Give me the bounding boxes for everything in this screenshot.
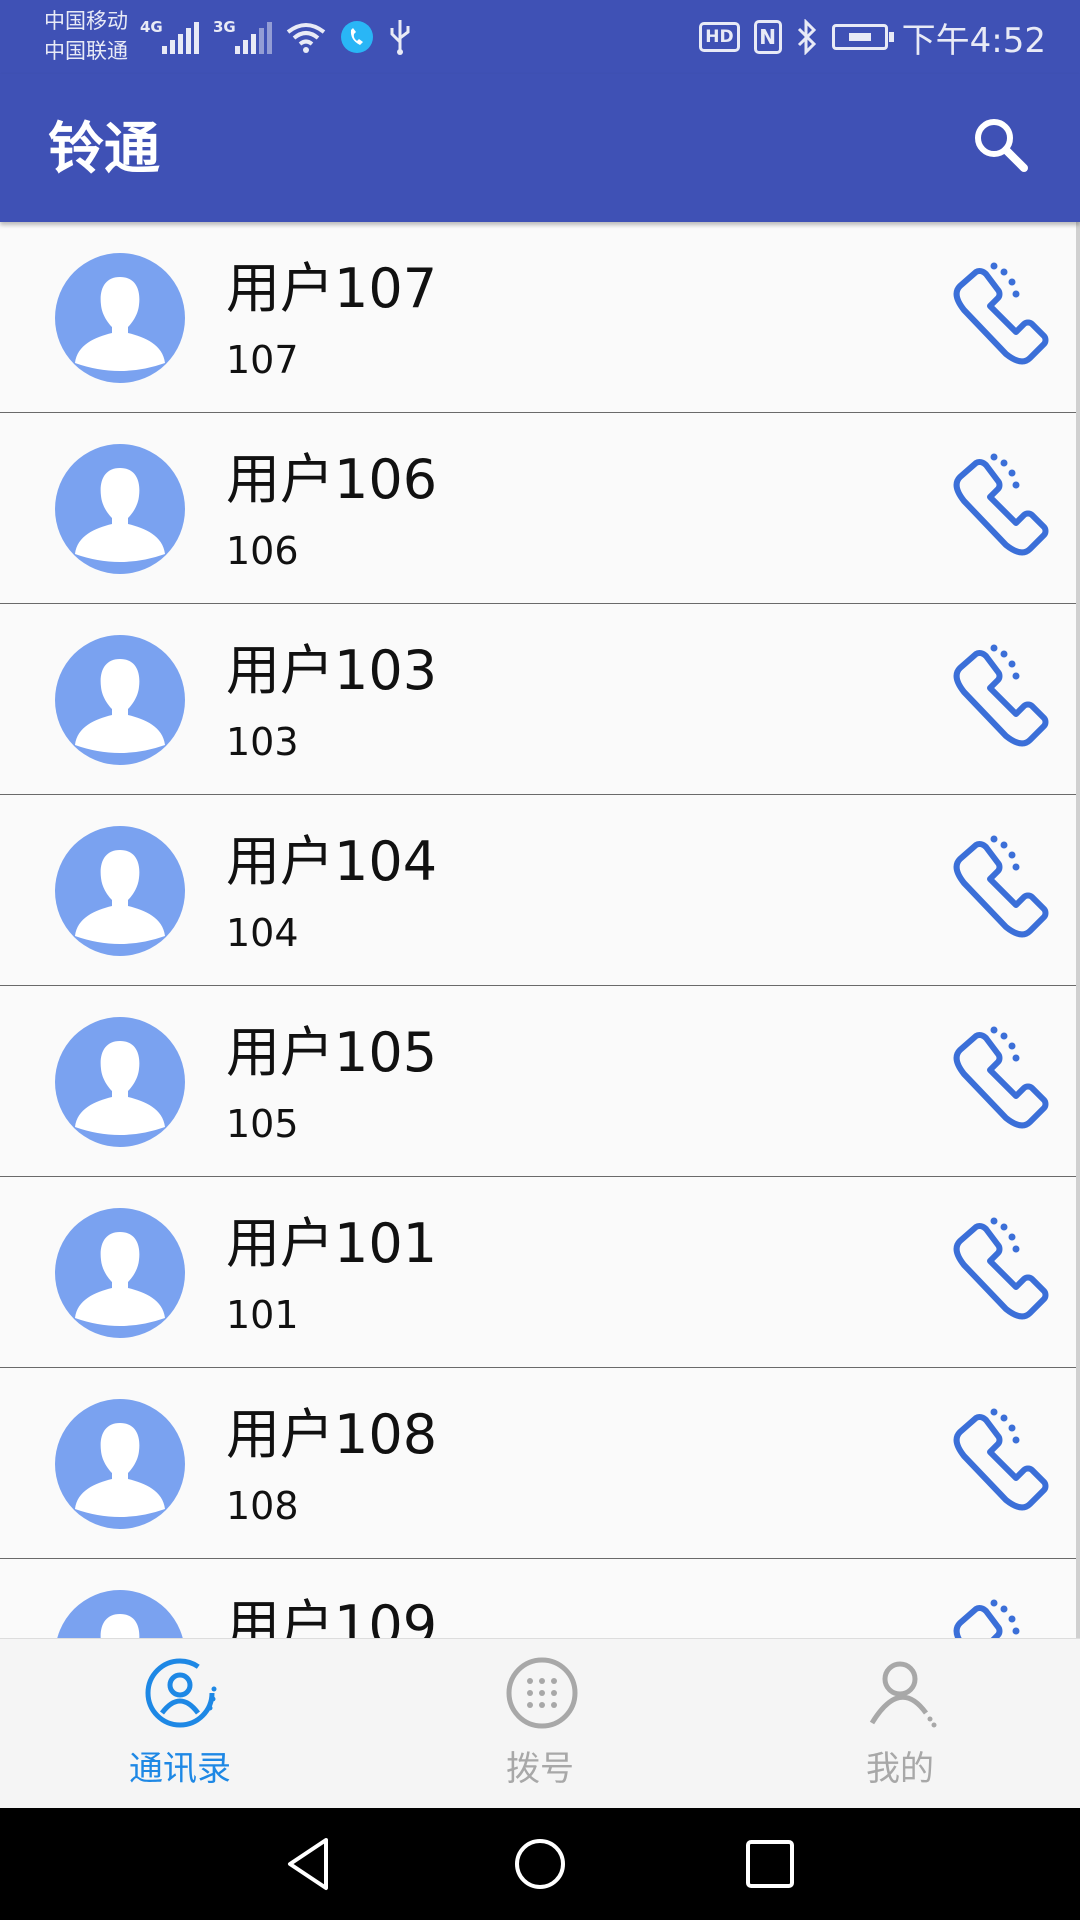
tab-label: 我的 [866, 1749, 934, 1789]
app-title: 铃通 [48, 117, 160, 182]
tab-dial[interactable]: 拨号 [420, 1639, 660, 1809]
carrier-1: 中国移动 [44, 9, 128, 33]
contact-row[interactable]: 用户105 105 [0, 986, 1076, 1177]
phone-icon [946, 1026, 1056, 1140]
search-icon [975, 119, 1028, 172]
avatar [55, 826, 185, 956]
system-nav-bar [0, 1808, 1080, 1920]
usb-icon [390, 20, 410, 55]
contact-list[interactable]: 用户107 107 用户106 106 用户103 103 用户104 104 用户105 105… [0, 222, 1076, 1638]
contact-name: 用户105 [226, 1021, 438, 1084]
tab-contacts[interactable]: 通讯录 [60, 1639, 300, 1809]
scrollbar[interactable] [1076, 222, 1080, 1638]
wifi-icon [286, 23, 326, 53]
avatar [55, 1017, 185, 1147]
phone-icon [946, 835, 1056, 949]
contact-number: 107 [226, 338, 299, 382]
dialpad-icon [506, 1657, 578, 1729]
back-icon[interactable] [280, 1834, 340, 1894]
network-type-1: 4G [140, 18, 163, 36]
contact-name: 用户109 [226, 1594, 438, 1638]
contact-number: 108 [226, 1484, 299, 1528]
contact-name: 用户108 [226, 1403, 438, 1466]
contact-name: 用户106 [226, 448, 438, 511]
call-button[interactable] [946, 1217, 1056, 1327]
contact-number: 106 [226, 529, 299, 573]
battery-icon [831, 24, 894, 50]
call-button[interactable] [946, 1026, 1056, 1136]
status-bar: 中国移动 中国联通 4G 3G HD N 下午4:52 [0, 0, 1080, 74]
phone-icon [946, 262, 1056, 376]
avatar [55, 1399, 185, 1529]
screen: 中国移动 中国联通 4G 3G HD N 下午4:52 铃通 用户107 107… [0, 0, 1080, 1920]
contact-row[interactable]: 用户107 107 [0, 222, 1076, 413]
contacts-icon [145, 1658, 217, 1728]
tab-label: 拨号 [506, 1749, 574, 1789]
contact-row[interactable]: 用户104 104 [0, 795, 1076, 986]
call-button[interactable] [946, 644, 1056, 754]
contact-name: 用户104 [226, 830, 438, 893]
avatar [55, 635, 185, 765]
contact-name: 用户101 [226, 1212, 438, 1275]
tab-label: 通讯录 [129, 1749, 231, 1789]
app-bar: 铃通 [0, 74, 1080, 222]
phone-icon [946, 1217, 1056, 1331]
contact-row[interactable]: 用户106 106 [0, 413, 1076, 604]
bluetooth-icon [797, 19, 816, 55]
phone-icon [946, 644, 1056, 758]
hd-voice-icon: HD [699, 22, 740, 52]
call-button[interactable] [946, 835, 1056, 945]
contact-row[interactable]: 用户103 103 [0, 604, 1076, 795]
home-icon[interactable] [510, 1834, 570, 1894]
nfc-icon: N [753, 20, 782, 54]
signal-icon-2: 3G [213, 18, 272, 54]
call-button[interactable] [946, 1408, 1056, 1518]
call-button[interactable] [946, 453, 1056, 563]
recents-icon[interactable] [740, 1834, 800, 1894]
voip-app-icon [341, 21, 373, 53]
status-icons-left: 4G 3G [140, 14, 412, 60]
contact-row[interactable]: 用户101 101 [0, 1177, 1076, 1368]
carrier-2: 中国联通 [44, 39, 128, 63]
tab-mine[interactable]: 我的 [780, 1639, 1020, 1809]
avatar [55, 253, 185, 383]
contact-number: 103 [226, 720, 299, 764]
clock: 下午4:52 [901, 20, 1046, 61]
contact-name: 用户103 [226, 639, 438, 702]
call-button[interactable] [946, 262, 1056, 372]
profile-icon [869, 1661, 937, 1728]
network-type-2: 3G [213, 18, 236, 36]
phone-icon [946, 453, 1056, 567]
call-button[interactable] [946, 1599, 1056, 1638]
phone-icon [946, 1408, 1056, 1522]
contact-number: 105 [226, 1102, 299, 1146]
contact-name: 用户107 [226, 257, 438, 320]
contact-number: 104 [226, 911, 299, 955]
contact-row[interactable]: 用户108 108 [0, 1368, 1076, 1559]
contact-number: 101 [226, 1293, 299, 1337]
avatar [55, 444, 185, 574]
status-icons-right: HD N 下午4:52 [699, 14, 1046, 61]
bottom-nav: 通讯录 拨号 我的 [0, 1638, 1080, 1809]
signal-icon-1: 4G [140, 18, 199, 54]
contact-row[interactable]: 用户109 [0, 1559, 1076, 1638]
search-button[interactable] [960, 104, 1040, 184]
avatar [55, 1590, 185, 1638]
carrier-labels: 中国移动 中国联通 [44, 6, 128, 66]
avatar [55, 1208, 185, 1338]
